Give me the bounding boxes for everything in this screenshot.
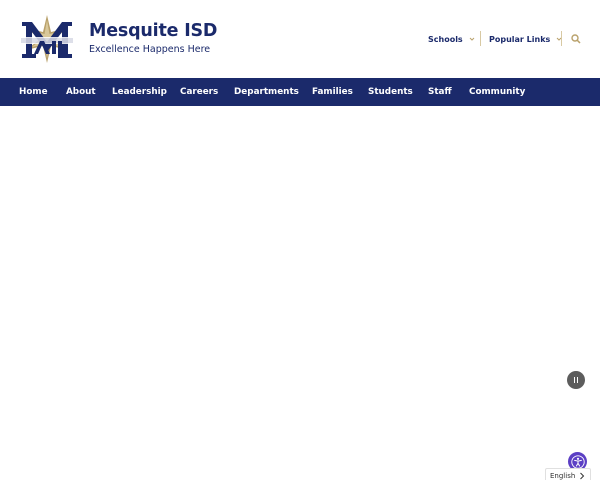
site-tagline: Excellence Happens Here <box>89 44 211 55</box>
carousel-pause-button[interactable] <box>567 371 585 389</box>
schools-dropdown[interactable]: Schools <box>428 31 475 47</box>
utility-divider <box>480 31 481 46</box>
schools-label: Schools <box>428 34 463 44</box>
district-logo[interactable] <box>18 14 76 64</box>
chevron-right-icon <box>580 472 585 480</box>
nav-item-careers[interactable]: Careers <box>180 78 218 106</box>
nav-item-departments[interactable]: Departments <box>234 78 299 106</box>
utility-divider <box>561 31 562 46</box>
site-title[interactable]: Mesquite ISD <box>89 20 217 42</box>
nav-item-community[interactable]: Community <box>469 78 525 106</box>
nav-item-home[interactable]: Home <box>19 78 48 106</box>
search-icon <box>571 33 581 44</box>
accessibility-icon <box>570 454 585 469</box>
popular-links-label: Popular Links <box>489 34 551 44</box>
language-selected: English <box>550 472 576 480</box>
site-header: Mesquite ISD Excellence Happens Here Sch… <box>0 0 600 78</box>
language-selector[interactable]: English <box>545 468 591 480</box>
nav-item-staff[interactable]: Staff <box>428 78 452 106</box>
chevron-down-icon <box>469 37 475 41</box>
hero-carousel <box>0 106 600 480</box>
nav-item-students[interactable]: Students <box>368 78 413 106</box>
main-navigation: Home About Leadership Careers Department… <box>0 78 600 106</box>
search-button[interactable] <box>569 31 583 46</box>
nav-item-leadership[interactable]: Leadership <box>112 78 167 106</box>
brand-block[interactable]: Mesquite ISD Excellence Happens Here <box>89 20 217 56</box>
pause-icon <box>573 377 580 383</box>
popular-links-dropdown[interactable]: Popular Links <box>489 31 562 47</box>
nav-item-families[interactable]: Families <box>312 78 353 106</box>
nav-item-about[interactable]: About <box>66 78 96 106</box>
